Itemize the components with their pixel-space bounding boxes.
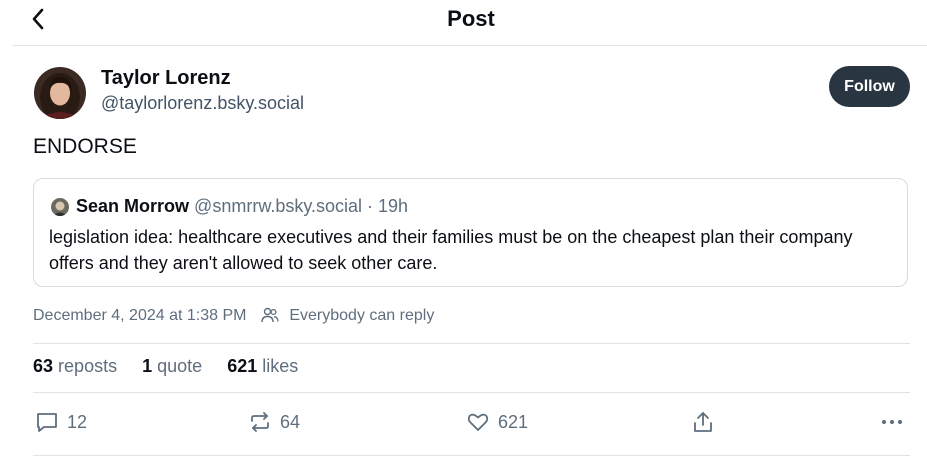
reposts-label: reposts [58, 356, 118, 376]
more-options-button[interactable] [880, 410, 912, 434]
reply-button[interactable]: 12 [35, 410, 87, 434]
avatar[interactable] [34, 67, 86, 119]
quoted-post-text: legislation idea: healthcare executives … [49, 227, 853, 273]
post-text: ENDORSE [33, 135, 137, 158]
likes-stat[interactable]: 621 likes [227, 356, 298, 376]
quoted-post-header: Sean Morrow @snmrrw.bsky.social · 19h [76, 196, 408, 217]
author-name[interactable]: Taylor Lorenz [101, 67, 231, 90]
more-icon [882, 420, 902, 424]
share-button[interactable] [691, 410, 723, 434]
divider [33, 343, 910, 344]
reply-setting: Everybody can reply [289, 307, 435, 324]
author-handle[interactable]: @taylorlorenz.bsky.social [101, 93, 304, 114]
quotes-label: quote [157, 356, 203, 376]
quotes-count: 1 [142, 356, 153, 376]
quoted-author-name[interactable]: Sean Morrow [76, 196, 189, 216]
quoted-post-card[interactable]: Sean Morrow @snmrrw.bsky.social · 19h le… [33, 178, 908, 287]
divider [33, 392, 910, 393]
quoted-post-age: 19h [378, 196, 409, 216]
separator-dot: · [362, 196, 379, 216]
top-bar: Post [0, 0, 927, 44]
like-count: 621 [498, 411, 529, 432]
divider [33, 455, 910, 456]
comment-icon [37, 413, 57, 432]
like-button[interactable]: 621 [466, 410, 528, 434]
quotes-stat[interactable]: 1 quote [142, 356, 202, 376]
repost-count: 64 [280, 411, 301, 432]
repost-icon [251, 412, 269, 432]
reply-count: 12 [67, 411, 88, 432]
follow-button[interactable]: Follow [829, 66, 910, 107]
post-timestamp[interactable]: December 4, 2024 at 1:38 PM [33, 307, 246, 324]
people-icon [261, 307, 279, 323]
repost-button[interactable]: 64 [248, 410, 300, 434]
share-icon [694, 412, 712, 432]
reposts-count: 63 [33, 356, 54, 376]
divider [13, 45, 927, 46]
reposts-stat[interactable]: 63 reposts [33, 356, 117, 376]
post-meta: December 4, 2024 at 1:38 PM Everybody ca… [33, 307, 434, 325]
likes-count: 621 [227, 356, 258, 376]
quoted-author-avatar[interactable] [51, 198, 69, 216]
likes-label: likes [262, 356, 299, 376]
heart-icon [467, 413, 489, 431]
engagement-stats: 63 reposts 1 quote 621 likes [33, 356, 298, 377]
quoted-author-handle[interactable]: @snmrrw.bsky.social [194, 196, 362, 216]
page-title: Post [447, 6, 495, 31]
